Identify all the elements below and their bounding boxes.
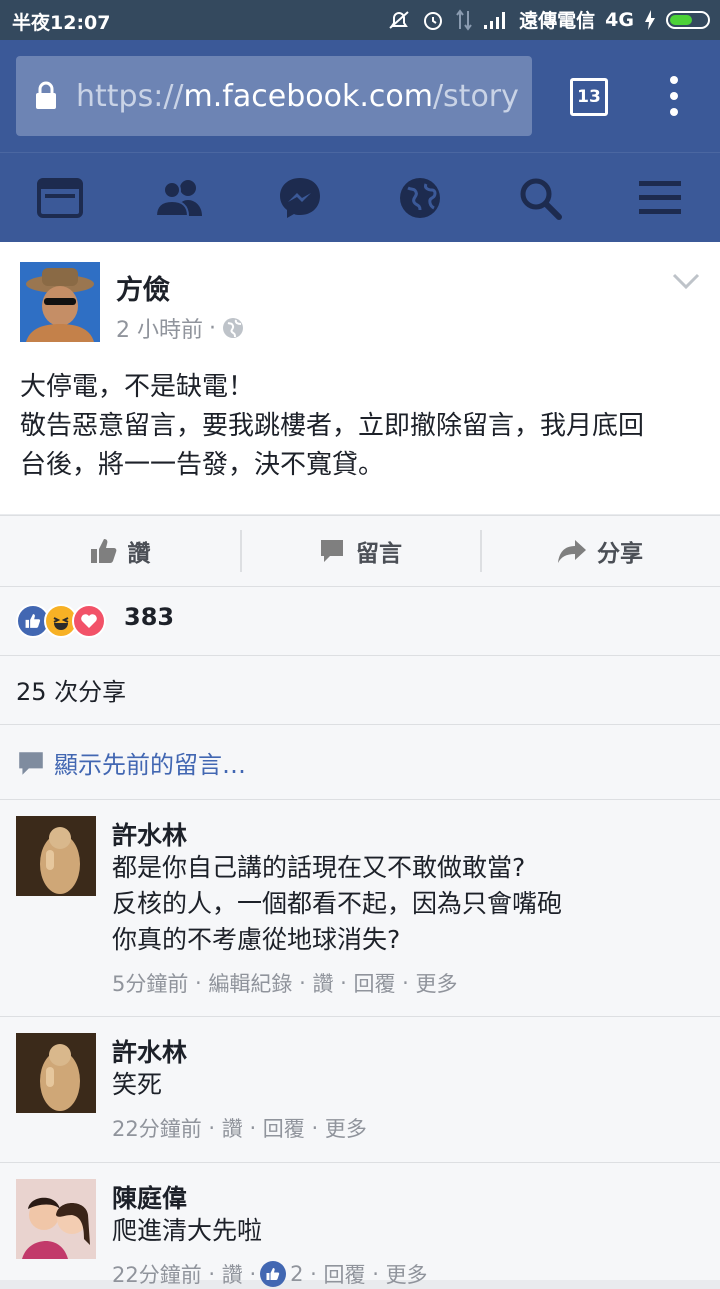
like-button[interactable]: 讚 <box>0 516 240 586</box>
author-avatar[interactable] <box>20 262 100 342</box>
comment-like-count[interactable]: 2 <box>290 1262 303 1286</box>
commenter-avatar[interactable] <box>16 1179 96 1259</box>
post-line: 台後，將一一告發，決不寬貸。 <box>20 450 385 480</box>
comment-item: 陳庭偉 爬進清大先啦 22分鐘前 · 讚 · 2 · 回覆 · 更多 <box>0 1163 720 1287</box>
post-body: 大停電，不是缺電！ 敬告惡意留言，要我跳樓者，立即撤除留言，我月底回 台後，將一… <box>20 368 700 485</box>
comment-text: 都是你自己講的話現在又不敢做敢當? 反核的人，一個都看不起，因為只會嘴砲 你真的… <box>112 850 562 958</box>
comment-button[interactable]: 留言 <box>240 516 480 586</box>
url-path: /story <box>432 78 519 114</box>
lock-icon <box>16 81 76 111</box>
browser-toolbar: https://m.facebook.com/story 13 <box>0 40 720 152</box>
friends-icon[interactable] <box>140 158 220 238</box>
comment-line: 反核的人，一個都看不起，因為只會嘴砲 <box>112 889 563 918</box>
love-reaction-icon <box>72 604 106 638</box>
shares-summary[interactable]: 25 次分享 <box>0 656 720 725</box>
reaction-icons <box>16 604 106 638</box>
browser-menu-icon[interactable] <box>664 76 684 116</box>
comment-item: 許水林 都是你自己講的話現在又不敢做敢當? 反核的人，一個都看不起，因為只會嘴砲… <box>0 800 720 1017</box>
url-text: https://m.facebook.com/story <box>76 79 519 114</box>
post-actions: 讚 留言 分享 <box>0 515 720 587</box>
comment-meta: 22分鐘前 · 讚 · 2 · 回覆 · 更多 <box>112 1259 428 1289</box>
status-bar: 半夜12:07 遠傳電信 4G <box>0 0 720 40</box>
meta-separator: · <box>209 315 216 341</box>
share-icon <box>558 540 586 563</box>
menu-icon[interactable] <box>620 158 700 238</box>
carrier-name: 遠傳電信 <box>519 10 596 32</box>
url-scheme: https:// <box>76 78 184 114</box>
like-label: 讚 <box>127 541 151 567</box>
comment-reply-link[interactable]: 回覆 <box>353 968 395 998</box>
comment-meta: 22分鐘前 · 讚 · 回覆 · 更多 <box>112 1113 367 1143</box>
post-time[interactable]: 2 小時前 <box>116 312 203 344</box>
data-arrows-icon <box>456 8 472 31</box>
alarm-icon <box>424 11 443 30</box>
comment-line: 都是你自己講的話現在又不敢做敢當? <box>112 853 526 882</box>
show-previous-label: 顯示先前的留言… <box>54 751 246 779</box>
comment-more-link[interactable]: 更多 <box>325 1113 367 1143</box>
post-meta: 2 小時前 · <box>116 312 244 344</box>
url-bar[interactable]: https://m.facebook.com/story <box>16 56 532 136</box>
comment-bubble-icon <box>19 751 43 775</box>
like-badge-icon <box>260 1261 287 1287</box>
commenter-avatar[interactable] <box>16 1033 96 1113</box>
news-feed-icon[interactable] <box>20 158 100 238</box>
comment-more-link[interactable]: 更多 <box>416 968 458 998</box>
share-count: 25 次分享 <box>16 678 127 706</box>
show-previous-comments-link[interactable]: 顯示先前的留言… <box>16 745 246 780</box>
messenger-icon[interactable] <box>260 158 340 238</box>
comment-line: 爬進清大先啦 <box>112 1216 263 1245</box>
comment-time[interactable]: 5分鐘前 <box>112 968 188 998</box>
comment-reply-link[interactable]: 回覆 <box>263 1113 305 1143</box>
charging-icon <box>645 9 655 30</box>
comment-text: 笑死 <box>112 1067 162 1103</box>
comment-like-link[interactable]: 讚 <box>312 968 333 998</box>
chevron-down-icon[interactable] <box>672 272 700 294</box>
comment-item: 許水林 笑死 22分鐘前 · 讚 · 回覆 · 更多 <box>0 1017 720 1163</box>
previous-comments-row: 顯示先前的留言… <box>0 725 720 800</box>
comment-icon <box>321 540 343 562</box>
globe-notifications-icon[interactable] <box>380 158 460 238</box>
thumbs-up-icon <box>90 539 116 563</box>
signal-icon <box>484 11 506 29</box>
commenter-name[interactable]: 許水林 <box>112 1033 187 1069</box>
comment-like-link[interactable]: 讚 <box>222 1113 243 1143</box>
search-icon[interactable] <box>500 158 580 238</box>
share-label: 分享 <box>597 541 643 567</box>
comment-label: 留言 <box>356 541 402 567</box>
post-card: 方儉 2 小時前 · 大停電，不是缺電！ 敬告惡意留言，要我跳樓者，立即撤除留言… <box>0 242 720 514</box>
reaction-count: 383 <box>124 603 175 631</box>
reactions-summary[interactable]: 383 <box>0 587 720 656</box>
status-time: 半夜12:07 <box>12 12 111 34</box>
edit-history-link[interactable]: 編輯紀錄 <box>208 968 292 998</box>
comment-time[interactable]: 22分鐘前 <box>112 1259 202 1289</box>
comment-line: 你真的不考慮從地球消失? <box>112 925 401 954</box>
mute-icon <box>389 10 409 29</box>
public-globe-icon <box>223 318 243 338</box>
post-author[interactable]: 方儉 <box>116 268 170 307</box>
comment-text: 爬進清大先啦 <box>112 1213 262 1249</box>
comment-meta: 5分鐘前 · 編輯紀錄 · 讚 · 回覆 · 更多 <box>112 968 458 998</box>
comment-time[interactable]: 22分鐘前 <box>112 1113 202 1143</box>
battery-icon <box>666 10 710 29</box>
comment-like-link[interactable]: 讚 <box>222 1259 243 1289</box>
commenter-name[interactable]: 陳庭偉 <box>112 1179 187 1215</box>
commenter-name[interactable]: 許水林 <box>112 816 187 852</box>
share-button[interactable]: 分享 <box>480 516 720 586</box>
network-type: 4G <box>605 8 634 31</box>
comment-line: 笑死 <box>112 1070 163 1099</box>
comment-more-link[interactable]: 更多 <box>386 1259 428 1289</box>
commenter-avatar[interactable] <box>16 816 96 896</box>
post-line: 敬告惡意留言，要我跳樓者，立即撤除留言，我月底回 <box>20 411 645 441</box>
url-host: m.facebook.com <box>183 78 433 114</box>
tab-switcher-button[interactable]: 13 <box>570 78 608 116</box>
facebook-nav-bar <box>0 152 720 243</box>
post-line: 大停電，不是缺電！ <box>20 372 255 402</box>
comment-reply-link[interactable]: 回覆 <box>324 1259 366 1289</box>
